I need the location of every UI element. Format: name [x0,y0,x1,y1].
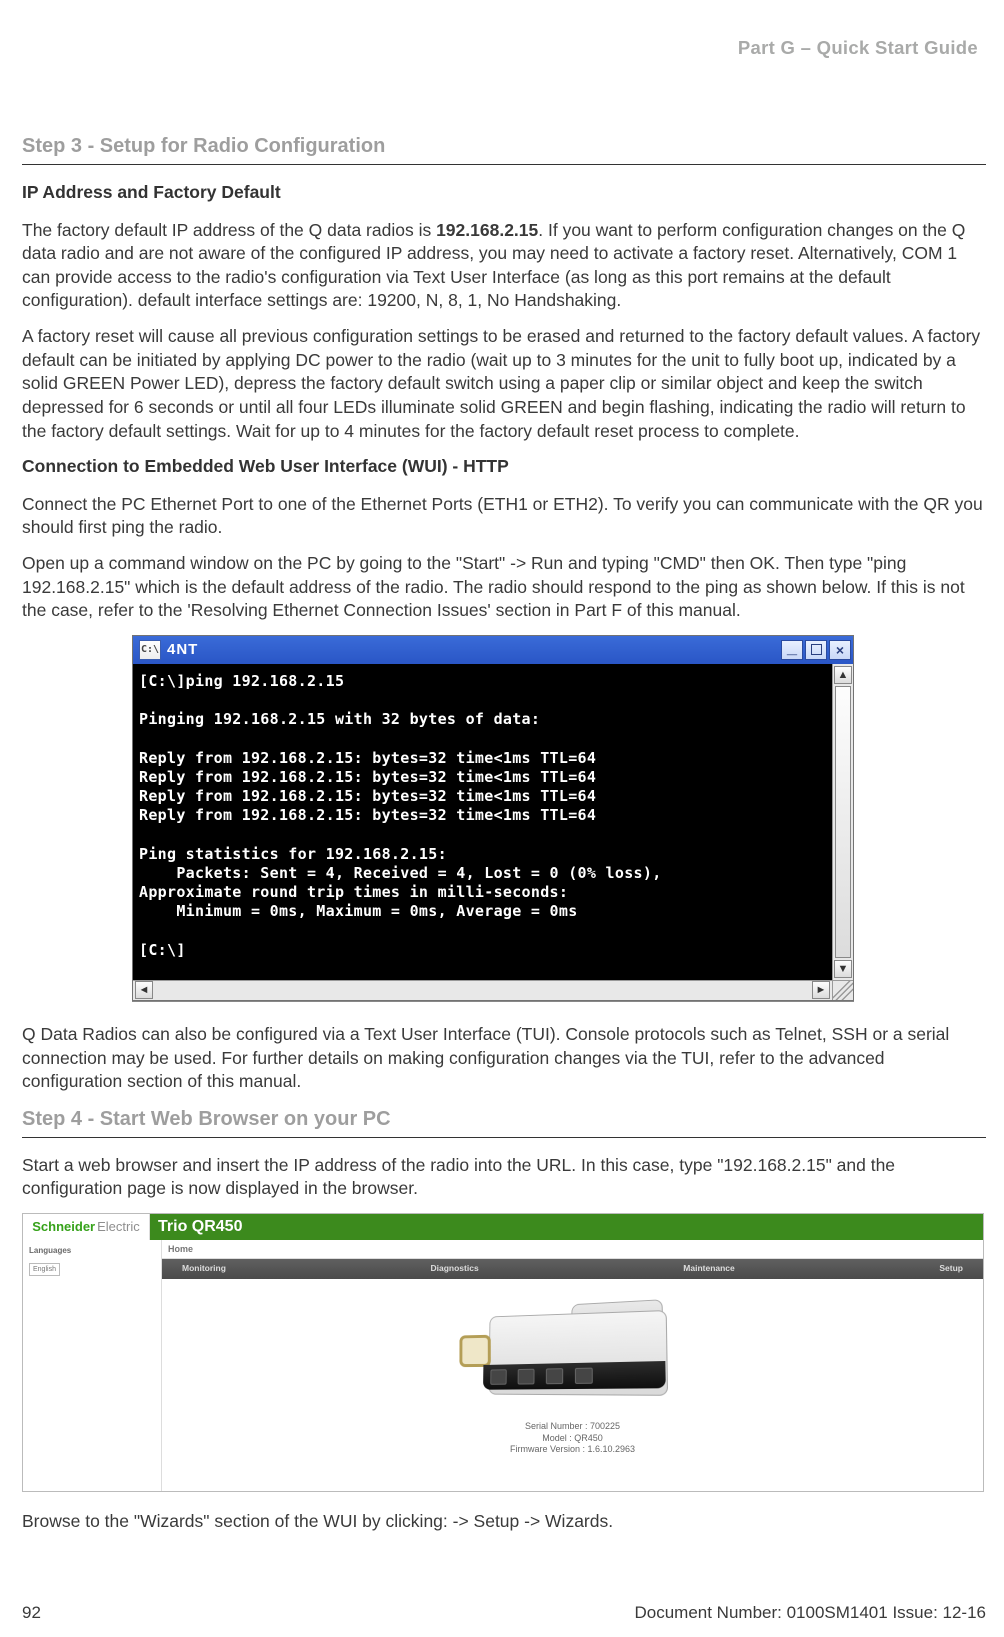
step4-heading: Step 4 - Start Web Browser on your PC [22,1106,986,1133]
window-minimize-button[interactable]: _ [781,640,803,660]
menu-item-setup[interactable]: Setup [939,1263,963,1274]
scroll-thumb[interactable] [835,686,851,958]
scroll-up-arrow-icon[interactable]: ▲ [834,666,852,684]
terminal-title: 4NT [167,640,781,660]
window-close-button[interactable]: × [829,640,851,660]
divider [22,164,986,165]
step3-subheading-ip: IP Address and Factory Default [22,181,986,205]
step3-paragraph-5: Q Data Radios can also be configured via… [22,1023,986,1094]
terminal-window: C:\ 4NT _ × [C:\]ping 192.168.2.15 Pingi… [132,635,854,1001]
page-number: 92 [22,1602,41,1625]
menu-bar: Monitoring Diagnostics Maintenance Setup [162,1259,983,1279]
menu-item-diagnostics[interactable]: Diagnostics [431,1263,479,1274]
device-serial: Serial Number : 700225 [510,1421,635,1433]
brand-text-1: Schneider [32,1218,95,1236]
brand-text-2: Electric [97,1218,140,1236]
menu-item-monitoring[interactable]: Monitoring [182,1263,226,1274]
document-number: Document Number: 0100SM1401 Issue: 12-16 [634,1602,986,1625]
page-title-bar: Trio QR450 [150,1214,983,1240]
device-illustration [453,1291,693,1411]
scroll-right-arrow-icon[interactable]: ► [812,981,830,999]
vendor-logo: Schneider Electric [23,1214,150,1240]
vertical-scrollbar[interactable]: ▲ ▼ [832,664,853,980]
default-ip-address: 192.168.2.15 [436,220,538,240]
window-maximize-button[interactable] [805,640,827,660]
scroll-down-arrow-icon[interactable]: ▼ [834,960,852,978]
horizontal-scrollbar[interactable]: ◄ ► [133,980,832,1000]
terminal-titlebar: C:\ 4NT _ × [133,636,853,664]
browser-screenshot: Schneider Electric Trio QR450 Languages … [22,1213,984,1492]
step4-paragraph-1: Start a web browser and insert the IP ad… [22,1154,986,1201]
step3-paragraph-2: A factory reset will cause all previous … [22,325,986,443]
breadcrumb-home[interactable]: Home [162,1240,983,1259]
menu-item-maintenance[interactable]: Maintenance [683,1263,735,1274]
device-info-text: Serial Number : 700225 Model : QR450 Fir… [510,1421,635,1456]
language-selector[interactable]: English [29,1263,60,1276]
step3-paragraph-1: The factory default IP address of the Q … [22,219,986,314]
sidebar-languages-label: Languages [29,1246,155,1257]
page-footer: 92 Document Number: 0100SM1401 Issue: 12… [22,1602,986,1625]
step3-heading: Step 3 - Setup for Radio Configuration [22,133,986,160]
terminal-app-icon: C:\ [139,640,161,660]
step4-paragraph-2: Browse to the "Wizards" section of the W… [22,1510,986,1534]
step3-paragraph-3: Connect the PC Ethernet Port to one of t… [22,493,986,540]
device-model: Model : QR450 [510,1433,635,1445]
terminal-output: [C:\]ping 192.168.2.15 Pinging 192.168.2… [133,664,832,980]
step3-paragraph-4: Open up a command window on the PC by go… [22,552,986,623]
scroll-left-arrow-icon[interactable]: ◄ [135,981,153,999]
divider [22,1137,986,1138]
document-header: Part G – Quick Start Guide [22,36,978,61]
window-resize-grip[interactable] [832,980,853,1000]
sidebar: Languages English [23,1240,162,1491]
device-fw: Firmware Version : 1.6.10.2963 [510,1444,635,1456]
step3-subheading-wui: Connection to Embedded Web User Interfac… [22,455,986,479]
text: The factory default IP address of the Q … [22,220,436,240]
